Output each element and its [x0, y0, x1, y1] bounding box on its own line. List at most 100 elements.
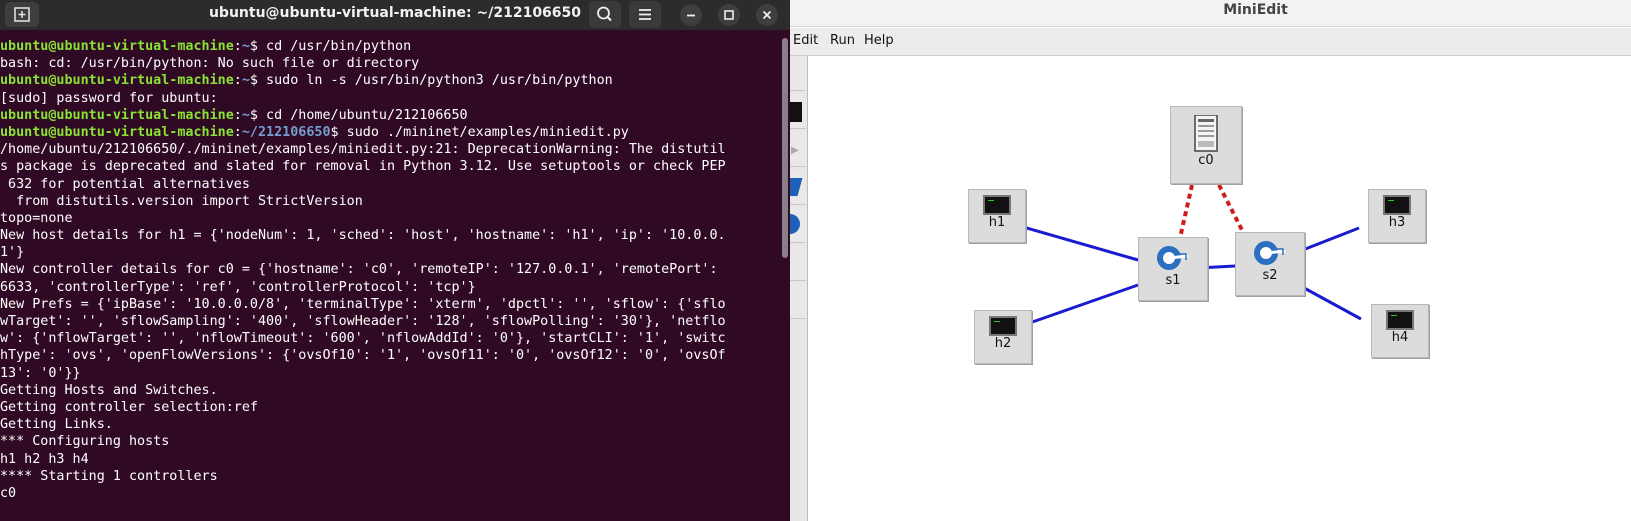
host-icon — [983, 195, 1011, 215]
controller-c0[interactable]: c0 — [1170, 106, 1242, 184]
host-h1[interactable]: h1 — [968, 189, 1026, 243]
terminal-output-line: hType': 'ovs', 'openFlowVersions': {'ovs… — [0, 348, 726, 364]
terminal-prompt-line: ubuntu@ubuntu-virtual-machine:~/21210665… — [0, 124, 780, 141]
terminal-output-line: Getting Links. — [0, 417, 113, 433]
terminal-headerbar[interactable]: ubuntu@ubuntu-virtual-machine: ~/2121066… — [0, 0, 790, 30]
host-h3[interactable]: h3 — [1368, 189, 1426, 243]
prompt-path: ~ — [241, 39, 250, 54]
terminal-output-line: Getting controller selection:ref — [0, 399, 258, 415]
prompt-user: ubuntu@ubuntu-virtual-machine — [0, 124, 234, 140]
maximize-icon — [724, 10, 734, 20]
prompt-separator: : — [233, 124, 242, 140]
link-c0-s2[interactable] — [1217, 184, 1246, 235]
prompt-path: ~ — [241, 73, 250, 89]
miniedit-titlebar[interactable]: MiniEdit — [790, 0, 1631, 27]
prompt-path: ~ — [241, 107, 250, 123]
terminal-output-line: 13': '0'}} — [0, 365, 81, 381]
host-icon — [1383, 195, 1411, 215]
miniedit-title: MiniEdit — [1223, 2, 1288, 18]
hamburger-icon — [639, 9, 651, 20]
prompt-user: ubuntu@ubuntu-virtual-machine — [0, 39, 234, 54]
prompt-command: $ sudo ./mininet/examples/miniedit.py — [330, 124, 629, 140]
terminal-prompt-line: ubuntu@ubuntu-virtual-machine:~$ sudo ln… — [0, 72, 780, 89]
link-h1-s1[interactable] — [1015, 223, 1139, 262]
arrow-icon: ▶ — [791, 145, 799, 156]
terminal-output-line: New host details for h1 = {'nodeNum': 1,… — [0, 228, 726, 244]
router-tool[interactable] — [790, 208, 806, 243]
terminal-output-line: 1'} — [0, 245, 25, 261]
prompt-separator: : — [233, 39, 242, 54]
terminal-title: ubuntu@ubuntu-virtual-machine: ~/2121066… — [208, 5, 582, 21]
menu-edit[interactable]: Edit — [793, 33, 818, 48]
node-label-h3: h3 — [1388, 215, 1406, 230]
minimize-button[interactable] — [680, 4, 702, 26]
menu-run[interactable]: Run — [830, 33, 855, 48]
node-label-h2: h2 — [994, 336, 1012, 351]
prompt-separator: : — [233, 73, 242, 89]
prompt-command: $ cd /home/ubuntu/212106650 — [249, 107, 468, 123]
host-h2[interactable]: h2 — [974, 310, 1032, 364]
legacy-switch-icon — [790, 178, 803, 196]
switch-tool[interactable]: ▶ — [790, 132, 806, 167]
terminal-output-line: bash: cd: /usr/bin/python: No such file … — [0, 56, 420, 72]
prompt-command: $ cd /usr/bin/python — [249, 39, 412, 54]
prompt-user: ubuntu@ubuntu-virtual-machine — [0, 107, 234, 123]
legacy-switch-tool[interactable] — [790, 170, 806, 205]
search-icon — [597, 6, 612, 22]
switch-s1[interactable]: s1 — [1138, 237, 1208, 301]
miniedit-menubar: Edit Run Help — [790, 28, 1631, 56]
node-label-s2: s2 — [1262, 268, 1278, 283]
terminal-output-line: h1 h2 h3 h4 — [0, 451, 89, 467]
host-tool[interactable] — [790, 94, 806, 129]
terminal-output-line: c0 — [0, 485, 17, 501]
terminal-output-line: New Prefs = {'ipBase': '10.0.0.0/8', 'te… — [0, 296, 726, 312]
netlink-tool[interactable] — [790, 246, 806, 281]
host-tool-icon — [790, 102, 802, 122]
controller-tool[interactable] — [790, 284, 806, 319]
switch-s2[interactable]: s2 — [1235, 232, 1305, 296]
prompt-separator: : — [233, 107, 242, 123]
terminal-output-line: New controller details for c0 = {'hostna… — [0, 262, 718, 278]
terminal-output-line: s package is deprecated and slated for r… — [0, 159, 726, 175]
close-icon — [762, 10, 772, 20]
link-c0-s1[interactable] — [1178, 184, 1194, 239]
terminal-output-line: **** Starting 1 controllers — [0, 468, 218, 484]
terminal-output[interactable]: ubuntu@ubuntu-virtual-machine:~$ cd /usr… — [0, 38, 780, 521]
miniedit-toolbar: ▶ — [790, 56, 808, 521]
switch-icon — [1157, 246, 1189, 270]
prompt-command: $ sudo ln -s /usr/bin/python3 /usr/bin/p… — [249, 73, 613, 89]
terminal-prompt-line: ubuntu@ubuntu-virtual-machine:~$ cd /usr… — [0, 38, 780, 55]
menu-help[interactable]: Help — [864, 33, 894, 48]
prompt-path: ~/212106650 — [241, 124, 331, 140]
node-label-c0: c0 — [1198, 153, 1214, 168]
miniedit-window: MiniEdit Edit Run Help ▶ c0 h1 h2 h3 h4 … — [790, 0, 1631, 521]
terminal-output-line: [sudo] password for ubuntu: — [0, 90, 218, 106]
host-icon — [1386, 310, 1414, 330]
terminal-window[interactable]: ubuntu@ubuntu-virtual-machine: ~/2121066… — [0, 0, 790, 521]
terminal-output-line: Getting Hosts and Switches. — [0, 382, 218, 398]
controller-icon — [1194, 115, 1218, 152]
node-label-h4: h4 — [1391, 330, 1409, 345]
terminal-output-line: topo=none — [0, 210, 73, 226]
terminal-output-line: *** Configuring hosts — [0, 434, 170, 450]
topology-canvas[interactable]: c0 h1 h2 h3 h4 s1 s2 — [808, 56, 1631, 521]
select-tool[interactable] — [790, 56, 806, 91]
terminal-output-line: wTarget': '', 'sflowSampling': '400', 's… — [0, 314, 726, 329]
terminal-output-line: from distutils.version import StrictVers… — [0, 193, 363, 209]
maximize-button[interactable] — [718, 4, 740, 26]
close-button[interactable] — [756, 4, 778, 26]
terminal-output-line: 632 for potential alternatives — [0, 176, 250, 192]
link-h2-s1[interactable] — [1020, 283, 1139, 328]
terminal-output-line: w': {'nflowTarget': '', 'nflowTimeout': … — [0, 331, 726, 347]
router-icon — [790, 214, 800, 234]
node-label-h1: h1 — [988, 215, 1006, 230]
host-h4[interactable]: h4 — [1371, 304, 1429, 358]
terminal-prompt-line: ubuntu@ubuntu-virtual-machine:~$ cd /hom… — [0, 107, 780, 124]
node-label-s1: s1 — [1165, 273, 1181, 288]
search-button[interactable] — [589, 1, 621, 28]
terminal-scrollbar[interactable] — [782, 38, 788, 258]
host-icon — [989, 316, 1017, 336]
terminal-output-line: 6633, 'controllerType': 'ref', 'controll… — [0, 279, 476, 295]
minimize-icon — [687, 14, 695, 17]
menu-button[interactable] — [629, 1, 661, 28]
